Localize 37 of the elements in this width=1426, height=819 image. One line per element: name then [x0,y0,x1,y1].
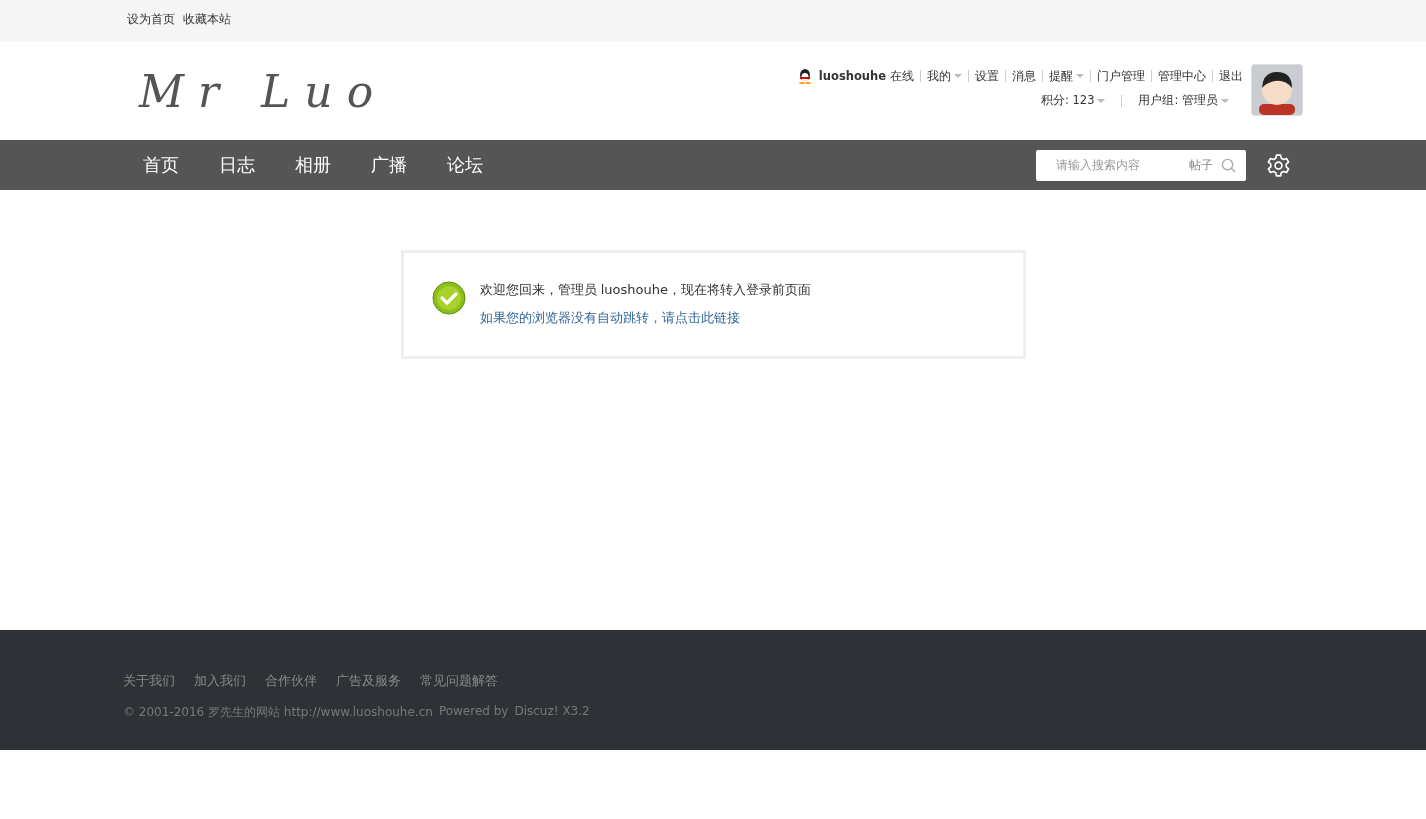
footer-link[interactable]: 加入我们 [194,672,246,690]
nav-link[interactable]: 广播 [351,140,427,190]
search-field[interactable]: 请输入搜索内容 帖子 [1036,149,1246,181]
caret-icon [1221,98,1229,103]
online-status: 在线 [890,68,914,84]
caret-icon [1097,98,1106,103]
redirect-link[interactable]: 如果您的浏览器没有自动跳转，请点击此链接 [479,309,811,327]
user-menu-link[interactable]: 门户管理 [1097,68,1145,84]
site-logo[interactable]: Mr Luo [139,66,388,117]
user-menu-link[interactable]: 我的 [927,68,962,84]
user-menu-link[interactable]: 设置 [975,68,999,84]
footer-link[interactable]: 广告及服务 [336,672,401,690]
user-menu-link[interactable]: 管理中心 [1158,68,1206,84]
top-link[interactable]: 设为首页 [127,12,175,27]
top-link[interactable]: 收藏本站 [183,12,231,27]
checkmark-icon [431,281,466,315]
welcome-message: 欢迎您回来，管理员 luoshouhe，现在将转入登录前页面 [479,281,811,299]
nav-link[interactable]: 首页 [123,140,199,190]
powered-by-text: Powered by [438,704,509,720]
avatar[interactable] [1251,64,1303,116]
user-menu-link[interactable]: 提醒 [1049,68,1084,84]
user-group-link[interactable]: 用户组: 管理员 [1138,93,1229,108]
search-scope[interactable]: 帖子 [1189,156,1213,174]
nav-link[interactable]: 日志 [199,140,275,190]
nav-link[interactable]: 论坛 [427,140,503,190]
user-menu-link[interactable]: 消息 [1012,68,1036,84]
settings-icon[interactable] [1266,152,1291,178]
caret-icon [1076,74,1084,78]
credits-link[interactable]: 积分: 123 [1041,93,1106,108]
footer-link[interactable]: 关于我们 [123,672,175,690]
copyright-text: © 2001-2016 罗先生的网站 http://www.luoshouhe.cn [123,704,433,721]
caret-icon [954,74,962,78]
footer-link[interactable]: 常见问题解答 [420,672,498,690]
nav-link[interactable]: 相册 [275,140,351,190]
footer-link[interactable]: 合作伙伴 [265,672,317,690]
user-menu-link[interactable]: 退出 [1219,68,1243,84]
username-link[interactable]: luoshouhe [818,69,886,83]
